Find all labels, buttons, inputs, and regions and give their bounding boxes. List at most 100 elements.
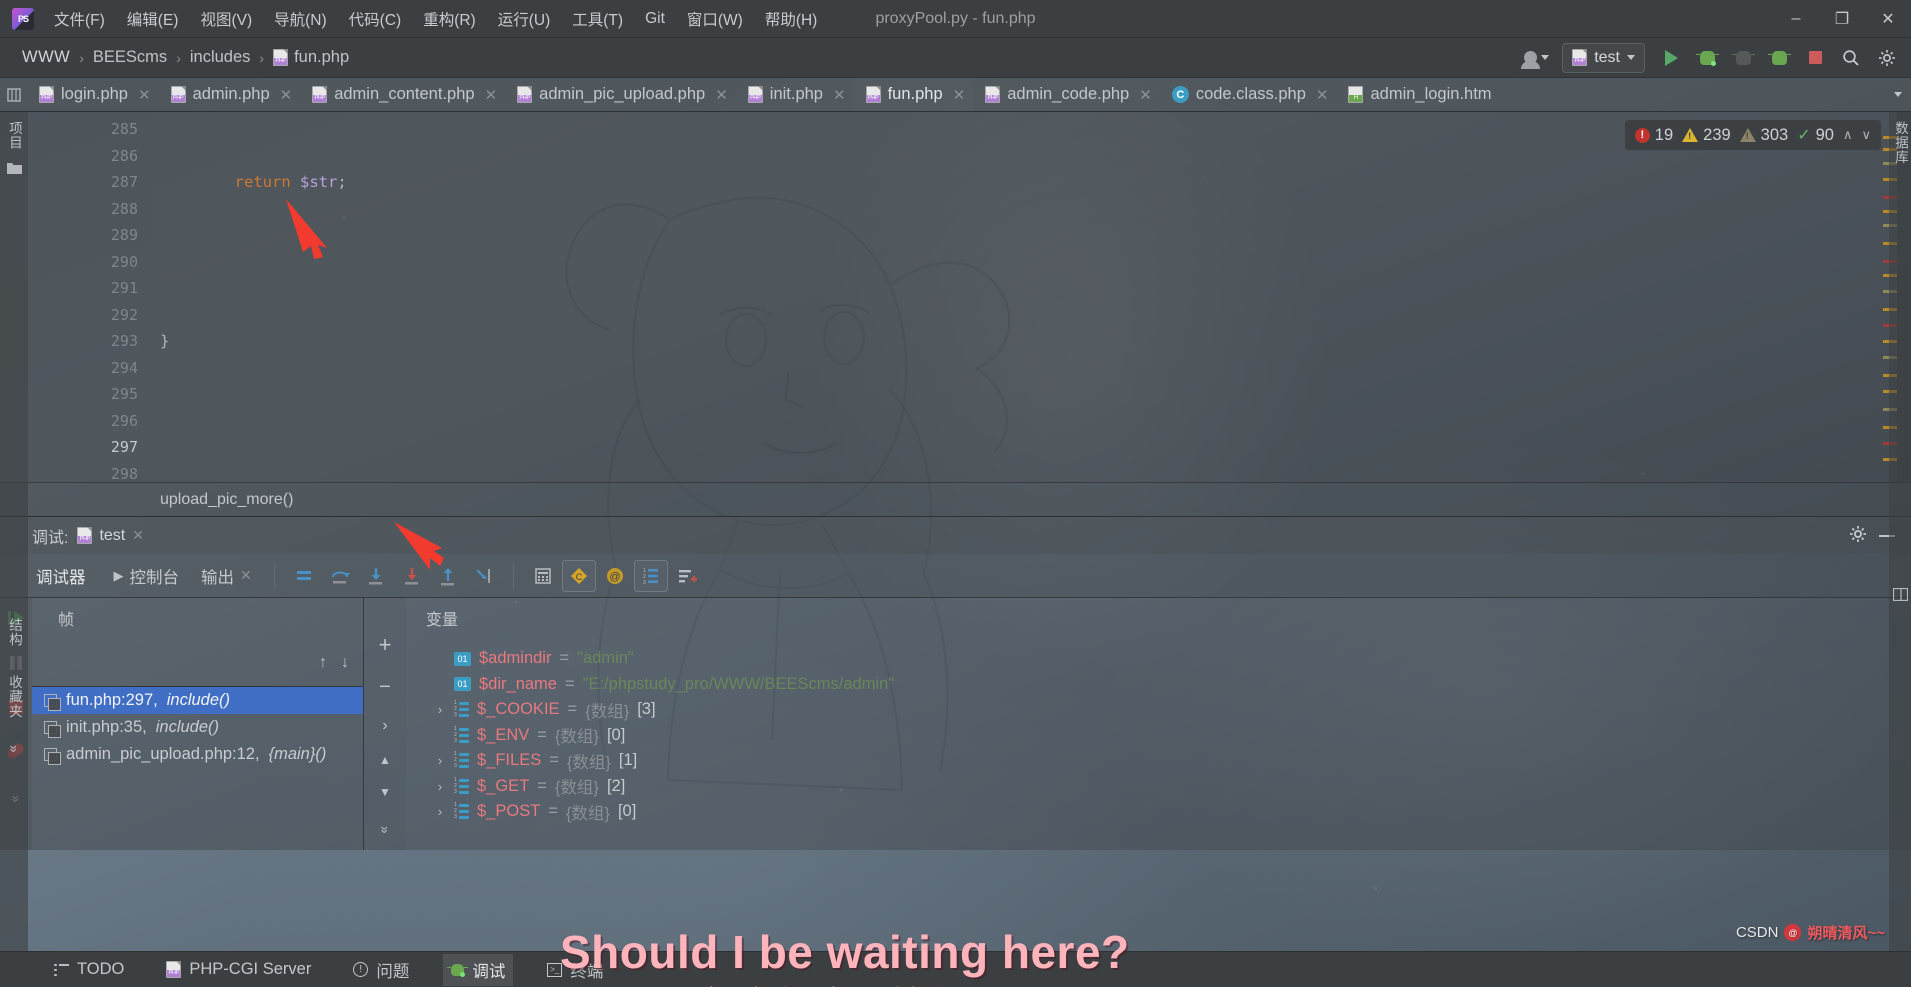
close-icon[interactable]: ✕ [485,86,498,104]
breadcrumb-www[interactable]: WWW [18,46,74,69]
menu-code[interactable]: 代码(C) [339,4,412,34]
evaluate-expression-button[interactable] [526,560,560,592]
tab-login-php[interactable]: login.php ✕ [28,78,160,111]
menu-run[interactable]: 运行(U) [488,4,561,34]
tab-admin-pic-upload-php[interactable]: admin_pic_upload.php ✕ [506,78,737,111]
show-execution-point-button[interactable] [287,560,321,592]
close-icon[interactable]: ✕ [715,86,728,104]
menu-window[interactable]: 窗口(W) [677,4,753,34]
maximize-button[interactable]: ❐ [1819,1,1865,37]
sidebar-item-project[interactable]: 项目 [4,118,24,153]
variable-row[interactable]: › 123 $_POST = {数组} [0] [406,799,1911,825]
next-problem-button[interactable]: ∨ [1861,127,1871,143]
folder-icon[interactable] [6,161,23,179]
close-icon[interactable]: ✕ [833,86,846,104]
force-step-into-button[interactable] [395,560,429,592]
tab-init-php[interactable]: init.php ✕ [737,78,855,111]
step-over-button[interactable] [323,560,357,592]
split-panel-icon[interactable] [1892,587,1908,605]
tab-output[interactable]: 输出 ✕ [191,560,262,592]
debug-button[interactable] [1691,43,1723,73]
tab-admin-content-php[interactable]: admin_content.php ✕ [301,78,506,111]
run-configuration-selector[interactable]: test [1562,42,1645,73]
weak-warning-count[interactable]: 303 [1739,126,1788,145]
frame-row[interactable]: fun.php:297, include() [32,687,363,714]
expand-variable-button[interactable]: › [382,717,387,735]
frames-sort-down-button[interactable]: ↓ [341,654,349,672]
close-icon[interactable]: ✕ [138,86,151,104]
breadcrumb-beescms[interactable]: BEEScms [89,46,171,69]
move-down-button[interactable]: ▼ [379,785,391,799]
variable-row[interactable]: 01 $dir_name = "E:/phpstudy_pro/WWW/BEES… [406,672,1911,698]
tab-console[interactable]: ▶ 控制台 [104,560,190,592]
stop-button[interactable] [1799,43,1831,73]
mute-breakpoints-button[interactable]: C [561,559,596,592]
tab-list-icon[interactable] [0,78,28,111]
move-up-button[interactable]: ▲ [379,753,391,767]
variable-row[interactable]: › 123 $_FILES = {数组} [1] [406,748,1911,774]
variable-row[interactable]: › 123 $_COOKIE = {数组} [3] [406,697,1911,723]
more-options-button[interactable]: » [378,823,393,838]
tab-admin-code-php[interactable]: admin_code.php ✕ [974,78,1161,111]
coverage-button[interactable] [1727,43,1759,73]
close-button[interactable]: ✕ [1865,1,1911,37]
add-watch-button[interactable] [670,560,704,592]
more-tool-windows-button[interactable]: » [7,742,22,757]
tab-debugger[interactable]: 调试器 [26,560,102,592]
sidebar-item-favorites[interactable]: 收藏夹 [4,672,24,722]
close-icon[interactable]: ✕ [1316,86,1329,104]
frame-row[interactable]: admin_pic_upload.php:12, {main}() [32,741,363,768]
menu-navigate[interactable]: 导航(N) [264,4,337,34]
close-icon[interactable]: ✕ [953,86,966,104]
frames-sort-up-button[interactable]: ↑ [319,654,327,672]
sidebar-item-database[interactable]: 数据库 [1890,118,1910,168]
tab-admin-php[interactable]: admin.php ✕ [160,78,302,111]
tab-overflow-button[interactable] [1885,78,1911,111]
step-out-button[interactable] [431,560,465,592]
menu-git[interactable]: Git [635,6,675,32]
error-count[interactable]: ! 19 [1634,126,1673,145]
minimize-button[interactable]: – [1773,1,1819,37]
close-icon[interactable]: ✕ [1139,86,1152,104]
typo-count[interactable]: ✓ 90 [1797,125,1834,145]
menu-file[interactable]: 文件(F) [44,4,115,34]
add-variable-button[interactable]: + [379,632,392,658]
remove-variable-button[interactable]: − [379,676,391,699]
menu-view[interactable]: 视图(V) [190,4,262,34]
sidebar-item-structure[interactable]: 结构 [4,615,24,650]
code-content[interactable]: return $str; } //单图上传 function upload_pi… [152,112,1911,482]
menu-edit[interactable]: 编辑(E) [117,4,189,34]
run-button[interactable] [1655,43,1687,73]
status-debug[interactable]: 调试 [443,953,514,986]
tab-fun-php[interactable]: fun.php ✕ [854,78,975,111]
debug-settings-button[interactable] [1849,525,1867,547]
warning-count[interactable]: 239 [1682,126,1731,145]
variable-row[interactable]: › 123 $_GET = {数组} [2] [406,774,1911,800]
menu-refactor[interactable]: 重构(R) [413,4,486,34]
breadcrumb-includes[interactable]: includes [186,46,255,69]
expand-arrow[interactable]: › [434,753,446,768]
close-icon[interactable]: ✕ [132,527,144,544]
close-icon[interactable]: ✕ [240,567,252,584]
frame-row[interactable]: init.php:35, include() [32,714,363,741]
run-to-cursor-button[interactable] [467,560,501,592]
status-php-cgi-server[interactable]: PHP-CGI Server [158,956,319,983]
status-problems[interactable]: ! 问题 [345,954,417,986]
menu-help[interactable]: 帮助(H) [755,4,828,34]
previous-problem-button[interactable]: ∧ [1843,127,1853,143]
tab-admin-login-htm[interactable]: admin_login.htm [1337,78,1500,111]
settings-button[interactable] [1871,43,1903,73]
variable-row[interactable]: 123 $_ENV = {数组} [0] [406,723,1911,749]
variables-view-button[interactable]: 123 [633,559,668,592]
tab-code-class-php[interactable]: C code.class.php ✕ [1161,78,1338,111]
expand-arrow[interactable]: › [434,779,446,794]
close-icon[interactable]: ✕ [280,86,293,104]
menu-tools[interactable]: 工具(T) [562,4,633,34]
status-todo[interactable]: TODO [46,956,132,983]
phone-listen-button[interactable] [1763,43,1795,73]
expand-arrow[interactable]: › [434,804,446,819]
variable-row[interactable]: 01 $admindir = "admin" [406,646,1911,672]
at-watch-button[interactable]: @ [598,560,632,592]
breadcrumb-file[interactable]: fun.php [269,46,353,69]
user-account-button[interactable] [1520,43,1552,73]
